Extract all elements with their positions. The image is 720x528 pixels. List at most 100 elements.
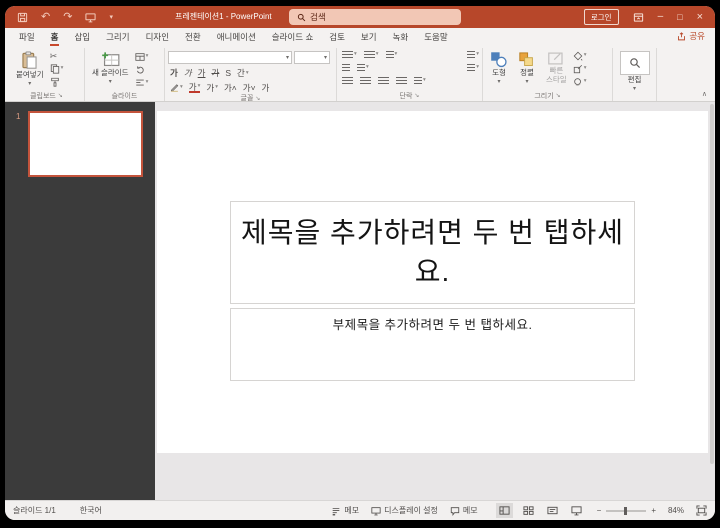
bold-button[interactable]: 가 xyxy=(170,69,178,78)
text-highlight-dropdown-icon: ▾ xyxy=(180,85,183,91)
character-spacing-dropdown-icon: ▾ xyxy=(246,71,249,77)
normal-view-button[interactable] xyxy=(496,503,513,518)
zoom-out-button[interactable]: − xyxy=(597,506,602,515)
minimize-button[interactable]: – xyxy=(658,12,664,22)
drawing-dialog-launcher-icon[interactable]: ↘ xyxy=(556,92,561,99)
paste-button[interactable]: 붙여넣기 ▾ xyxy=(12,49,48,89)
layout-button[interactable]: ▾ xyxy=(135,52,149,62)
tab-slideshow[interactable]: 슬라이드 쇼 xyxy=(264,28,321,46)
clipboard-group: 붙여넣기 ▾ ✂ ▾ 클립보드 ↘ xyxy=(9,48,85,101)
increase-indent-button[interactable]: ▾ xyxy=(357,64,369,72)
new-slide-button[interactable]: 새 슬라이드 ▾ xyxy=(88,49,133,87)
paste-dropdown-icon[interactable]: ▾ xyxy=(28,81,31,87)
reset-slide-button[interactable] xyxy=(135,65,149,75)
numbering-button[interactable]: ▾ xyxy=(364,51,379,59)
decrease-indent-button[interactable] xyxy=(342,64,350,72)
reading-view-button[interactable] xyxy=(544,503,561,518)
format-painter-button[interactable] xyxy=(50,77,64,87)
fit-slide-button[interactable] xyxy=(696,505,707,516)
zoom-level[interactable]: 84% xyxy=(668,506,684,515)
strikethrough-button[interactable]: 가 xyxy=(211,69,219,78)
slide[interactable]: 제목을 추가하려면 두 번 탭하세요. 부제목을 추가하려면 두 번 탭하세요. xyxy=(157,111,708,453)
zoom-slider[interactable] xyxy=(606,510,646,512)
new-slide-dropdown-icon[interactable]: ▾ xyxy=(109,79,112,85)
title-placeholder[interactable]: 제목을 추가하려면 두 번 탭하세요. xyxy=(230,201,635,304)
zoom-slider-thumb[interactable] xyxy=(624,507,627,515)
language-button[interactable]: 한국어 xyxy=(80,505,102,516)
arrange-button[interactable]: 정렬 ▾ xyxy=(514,49,540,87)
layout-dropdown-icon[interactable]: ▾ xyxy=(146,54,149,60)
tab-draw[interactable]: 그리기 xyxy=(98,28,137,46)
section-dropdown-icon[interactable]: ▾ xyxy=(146,80,149,86)
cut-button[interactable]: ✂ xyxy=(50,52,64,61)
save-icon[interactable] xyxy=(17,12,28,23)
font-name-select[interactable]: ▾ xyxy=(168,51,292,64)
line-spacing-button[interactable]: ▾ xyxy=(386,51,398,59)
align-center-button[interactable] xyxy=(360,77,371,85)
underline-button[interactable]: 가 xyxy=(198,69,206,78)
tab-view[interactable]: 보기 xyxy=(353,28,385,46)
subtitle-placeholder[interactable]: 부제목을 추가하려면 두 번 탭하세요. xyxy=(230,308,635,381)
tab-file[interactable]: 파일 xyxy=(11,28,43,46)
tab-animations[interactable]: 애니메이션 xyxy=(209,28,264,46)
comments-button[interactable]: 메모 xyxy=(450,505,478,516)
align-left-button[interactable] xyxy=(342,77,353,85)
notes-button[interactable]: 메모 xyxy=(331,505,359,516)
character-spacing-button[interactable]: 간▾ xyxy=(237,69,249,78)
tab-insert[interactable]: 삽입 xyxy=(66,28,98,46)
paragraph-dialog-launcher-icon[interactable]: ↘ xyxy=(414,92,419,99)
decrease-font-button[interactable]: 가˅ xyxy=(243,84,256,93)
text-highlight-button[interactable]: ▾ xyxy=(170,83,183,92)
justify-button[interactable] xyxy=(396,77,407,85)
display-settings-button[interactable]: 디스플레이 설정 xyxy=(371,505,438,516)
font-color-button[interactable]: 가▾ xyxy=(189,83,201,94)
convert-smartart-button[interactable]: ▾ xyxy=(414,77,426,85)
shapes-dropdown-icon[interactable]: ▾ xyxy=(497,79,500,85)
quick-styles-button[interactable]: 빠른스타일 xyxy=(542,49,571,86)
start-slideshow-icon[interactable] xyxy=(85,12,96,23)
text-direction-button[interactable]: ▾ xyxy=(467,51,479,59)
text-shadow-button[interactable]: S xyxy=(225,69,231,78)
italic-button[interactable]: 가 xyxy=(184,69,192,78)
shapes-button[interactable]: 도형 ▾ xyxy=(486,49,512,87)
shape-outline-button[interactable]: ▾ xyxy=(573,64,587,74)
close-button[interactable]: × xyxy=(697,12,703,23)
shape-effects-button[interactable]: ▾ xyxy=(573,77,587,87)
tab-design[interactable]: 디자인 xyxy=(138,28,177,46)
align-right-button[interactable] xyxy=(378,77,389,85)
tab-transitions[interactable]: 전환 xyxy=(177,28,209,46)
slide-thumbnail[interactable] xyxy=(28,111,143,177)
font-size-select[interactable]: ▾ xyxy=(294,51,330,64)
redo-icon[interactable]: ↷ xyxy=(63,12,72,23)
arrange-dropdown-icon[interactable]: ▾ xyxy=(525,79,528,85)
share-button[interactable]: 공유 xyxy=(677,30,705,42)
editing-button[interactable]: 편집 ▾ xyxy=(616,49,654,94)
slide-sorter-view-button[interactable] xyxy=(520,503,537,518)
tab-help[interactable]: 도움말 xyxy=(416,28,455,46)
maximize-button[interactable]: □ xyxy=(677,13,682,22)
collapse-ribbon-icon[interactable]: ∧ xyxy=(702,90,707,98)
tab-home[interactable]: 홈 xyxy=(43,28,67,46)
clipboard-dialog-launcher-icon[interactable]: ↘ xyxy=(58,92,63,99)
customize-qat-chevron-icon[interactable]: ▾ xyxy=(109,14,113,21)
copy-dropdown-icon[interactable]: ▾ xyxy=(61,66,64,72)
tab-review[interactable]: 검토 xyxy=(321,28,353,46)
search-input[interactable]: 검색 xyxy=(289,9,461,25)
editing-dropdown-icon[interactable]: ▾ xyxy=(633,86,636,92)
zoom-in-button[interactable]: + xyxy=(651,506,656,515)
tab-record[interactable]: 녹화 xyxy=(385,28,417,46)
ribbon-display-options-icon[interactable] xyxy=(633,12,644,23)
shape-fill-button[interactable]: ▾ xyxy=(573,51,587,61)
bullets-button[interactable]: ▾ xyxy=(342,51,357,59)
vertical-scrollbar[interactable] xyxy=(710,104,714,464)
align-text-button[interactable]: ▾ xyxy=(467,64,479,72)
undo-icon[interactable]: ↶ xyxy=(41,12,50,23)
section-button[interactable]: ▾ xyxy=(135,78,149,88)
copy-button[interactable]: ▾ xyxy=(50,64,64,74)
clear-formatting-button[interactable]: 가 xyxy=(262,84,270,93)
increase-font-button[interactable]: 가˄ xyxy=(224,84,237,93)
slideshow-view-button[interactable] xyxy=(568,503,585,518)
login-button[interactable]: 로그인 xyxy=(584,9,619,25)
change-case-button[interactable]: 가▾ xyxy=(206,84,218,93)
font-dialog-launcher-icon[interactable]: ↘ xyxy=(255,95,260,102)
